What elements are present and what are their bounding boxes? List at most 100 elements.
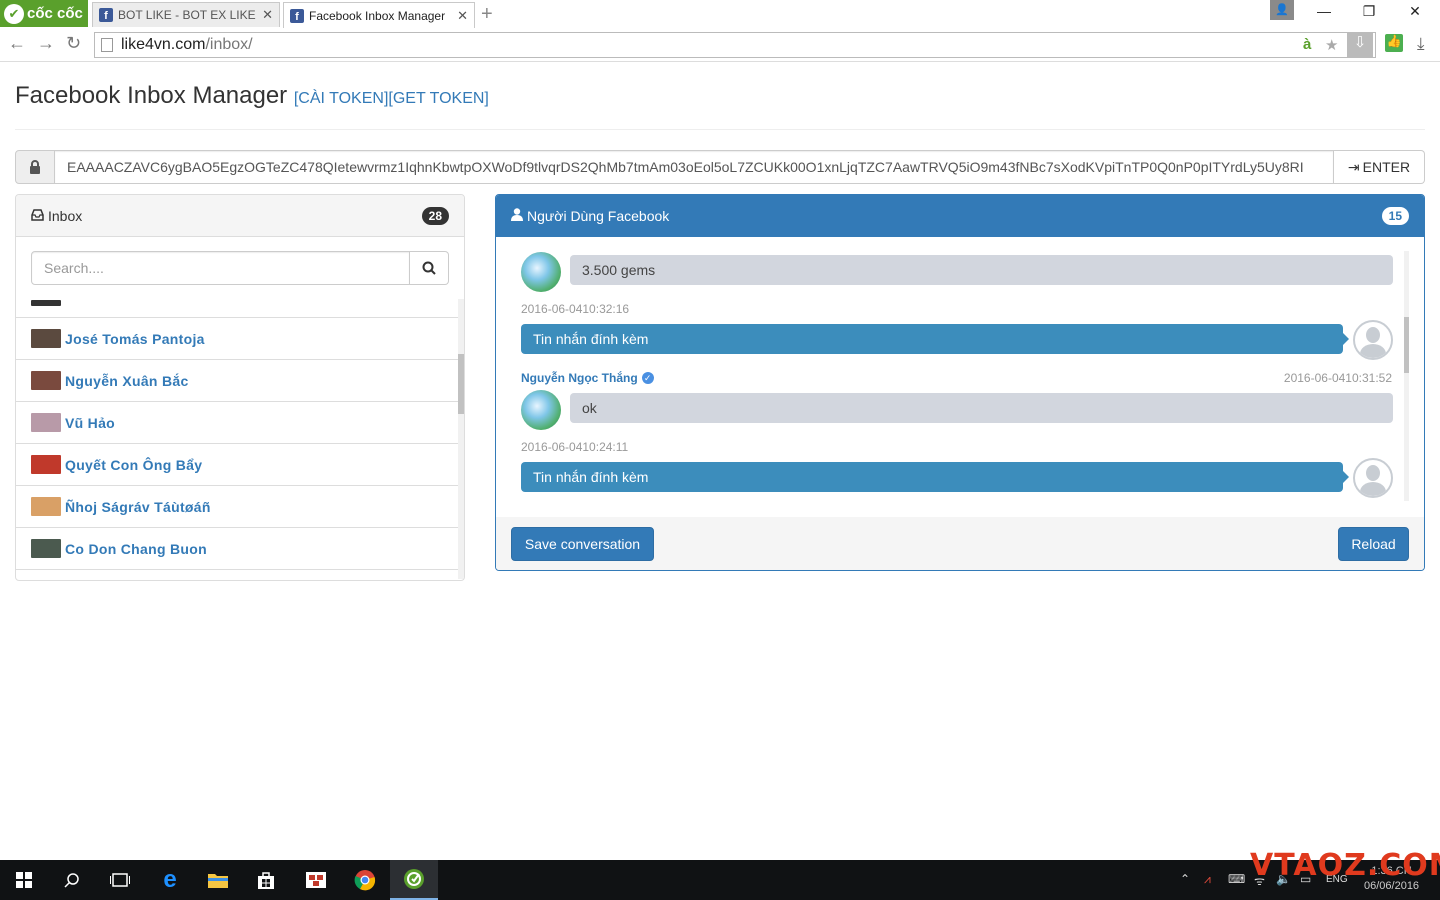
tab-inbox-manager[interactable]: f Facebook Inbox Manager ✕ bbox=[283, 2, 475, 28]
windows-icon bbox=[16, 872, 32, 888]
avatar bbox=[31, 413, 61, 432]
inbox-title: Inbox bbox=[48, 207, 83, 224]
outgoing-message: Tin nhắn đính kèm bbox=[521, 324, 1349, 354]
chrome-icon[interactable] bbox=[341, 860, 389, 900]
avatar bbox=[31, 539, 61, 558]
reload-button[interactable]: Reload bbox=[1338, 527, 1409, 561]
store-icon[interactable] bbox=[242, 860, 290, 900]
token-links[interactable]: [CÀI TOKEN][GET TOKEN] bbox=[294, 90, 489, 107]
facebook-icon: f bbox=[99, 8, 113, 22]
url-host: like4vn.com bbox=[121, 36, 206, 53]
message-time: 2016-06-0410:32:16 bbox=[521, 302, 630, 316]
avatar bbox=[31, 497, 61, 516]
sender-name-text: Nguyễn Ngọc Thắng bbox=[521, 371, 638, 385]
task-view-icon[interactable] bbox=[96, 860, 144, 900]
start-button[interactable] bbox=[0, 860, 48, 900]
verified-icon: ✓ bbox=[641, 372, 654, 384]
url-field[interactable]: like4vn.com /inbox/ à ★ ⇩ bbox=[94, 32, 1376, 58]
message-time: 2016-06-0410:31:52 bbox=[1283, 371, 1392, 385]
avatar bbox=[31, 371, 61, 390]
close-tab-icon[interactable]: ✕ bbox=[262, 7, 273, 23]
close-window-button[interactable]: ✕ bbox=[1400, 3, 1430, 20]
minimize-button[interactable]: — bbox=[1309, 3, 1339, 19]
browser-brand: cốc cốc bbox=[27, 5, 83, 22]
search-button[interactable] bbox=[410, 251, 449, 285]
list-item[interactable] bbox=[16, 569, 458, 580]
close-tab-icon[interactable]: ✕ bbox=[457, 8, 468, 24]
typing-ext-icon[interactable]: à bbox=[1303, 36, 1311, 53]
token-field[interactable]: EAAAACZAVC6ygBAO5EgzOGTeZC478QIetewvrmz1… bbox=[55, 150, 1334, 184]
app-icon[interactable] bbox=[292, 860, 340, 900]
search-input[interactable]: Search.... bbox=[31, 251, 410, 285]
inbox-icon bbox=[31, 208, 44, 224]
list-item[interactable]: José Tomás Pantoja bbox=[16, 317, 458, 359]
avatar bbox=[31, 300, 61, 306]
contact-name[interactable]: Co Don Chang Buon bbox=[65, 541, 207, 557]
coccoc-leaf-icon: ✔ bbox=[4, 3, 24, 24]
tray-keyboard-icon[interactable]: ⌨ bbox=[1228, 872, 1245, 886]
inbox-count-badge: 28 bbox=[421, 206, 449, 225]
file-explorer-icon[interactable] bbox=[194, 860, 242, 900]
contact-name[interactable]: José Tomás Pantoja bbox=[65, 331, 205, 347]
avatar bbox=[31, 329, 61, 348]
save-conversation-button[interactable]: Save conversation bbox=[511, 527, 654, 561]
scroll-thumb[interactable] bbox=[458, 354, 464, 414]
enter-label: ENTER bbox=[1362, 159, 1411, 175]
incoming-message: 3.500 gems bbox=[570, 255, 1393, 285]
outgoing-message: Tin nhắn đính kèm bbox=[521, 462, 1349, 492]
edge-icon[interactable]: e bbox=[146, 860, 194, 900]
message-list: 3.500 gems 2016-06-0410:32:16 Tin nhắn đ… bbox=[496, 237, 1424, 517]
contact-name[interactable]: Vũ Hảo bbox=[65, 415, 115, 431]
restore-button[interactable]: ❐ bbox=[1354, 3, 1384, 20]
list-item[interactable] bbox=[16, 299, 458, 317]
avatar bbox=[521, 390, 561, 430]
list-item[interactable]: Co Don Chang Buon bbox=[16, 527, 458, 569]
reload-icon[interactable]: ↻ bbox=[66, 33, 81, 54]
sender-name[interactable]: Nguyễn Ngọc Thắng ✓ bbox=[521, 371, 654, 385]
contact-name[interactable]: Ñhoj Ságráv Táùtøáñ bbox=[65, 499, 211, 515]
star-icon[interactable]: ★ bbox=[1325, 36, 1338, 54]
incoming-message: ok bbox=[570, 393, 1393, 423]
inbox-scrollbar[interactable] bbox=[458, 299, 464, 579]
facebook-icon: f bbox=[290, 8, 304, 23]
enter-button[interactable]: ⇥ ENTER bbox=[1334, 150, 1425, 184]
tray-app-icon[interactable]: ⩘ bbox=[1204, 872, 1211, 887]
windows-taskbar: e ⌃ ⩘ ⌨ ᯤ 🔈 ▭ ENG bbox=[0, 860, 1440, 900]
downloads-icon[interactable]: ⤓ bbox=[1417, 34, 1425, 54]
divider bbox=[15, 129, 1425, 130]
search-group: Search.... bbox=[31, 251, 449, 285]
watermark-logo: VTAOZ.COM bbox=[1250, 848, 1440, 883]
search-icon[interactable] bbox=[48, 860, 96, 900]
tab-bot-like[interactable]: f BOT LIKE - BOT EX LIKE - B ✕ bbox=[92, 2, 280, 27]
tab-title: BOT LIKE - BOT EX LIKE - B bbox=[118, 8, 256, 22]
list-item[interactable]: Ñhoj Ságráv Táùtøáñ bbox=[16, 485, 458, 527]
default-avatar bbox=[1353, 458, 1393, 498]
chat-scrollbar[interactable] bbox=[1404, 251, 1409, 501]
scroll-thumb[interactable] bbox=[1404, 317, 1409, 373]
conversation-header: Người Dùng Facebook 15 bbox=[496, 195, 1424, 237]
list-item[interactable]: Nguyễn Xuân Bắc bbox=[16, 359, 458, 401]
list-item[interactable]: Vũ Hảo bbox=[16, 401, 458, 443]
profile-icon[interactable]: 👤 bbox=[1270, 0, 1294, 20]
conversation-panel: Người Dùng Facebook 15 3.500 gems 2016-0… bbox=[495, 194, 1425, 571]
user-icon bbox=[511, 208, 523, 224]
new-tab-button[interactable]: + bbox=[481, 3, 493, 26]
like-ext-icon[interactable]: 👍 bbox=[1385, 34, 1403, 52]
browser-tabbar: ✔ cốc cốc f BOT LIKE - BOT EX LIKE - B ✕… bbox=[0, 0, 1440, 28]
message-time: 2016-06-0410:24:11 bbox=[521, 440, 629, 454]
contact-name[interactable]: Nguyễn Xuân Bắc bbox=[65, 373, 189, 389]
download-ext-icon[interactable]: ⇩ bbox=[1347, 33, 1373, 57]
message-count-badge: 15 bbox=[1381, 207, 1409, 225]
search-icon bbox=[422, 261, 436, 275]
back-icon[interactable]: ← bbox=[8, 33, 26, 54]
inbox-panel: Inbox 28 Search.... José Tomás Pantoja N… bbox=[15, 194, 465, 581]
forward-icon[interactable]: → bbox=[37, 33, 55, 54]
contact-list: José Tomás Pantoja Nguyễn Xuân Bắc Vũ Hả… bbox=[16, 299, 458, 580]
contact-name[interactable]: Quyết Con Ông Bẩy bbox=[65, 457, 202, 473]
avatar bbox=[31, 455, 61, 474]
list-item[interactable]: Quyết Con Ông Bẩy bbox=[16, 443, 458, 485]
coccoc-taskbar-icon[interactable] bbox=[390, 860, 438, 900]
tray-chevron-icon[interactable]: ⌃ bbox=[1180, 872, 1190, 886]
conversation-footer: Save conversation Reload bbox=[496, 517, 1424, 570]
browser-logo[interactable]: ✔ cốc cốc bbox=[0, 0, 88, 27]
